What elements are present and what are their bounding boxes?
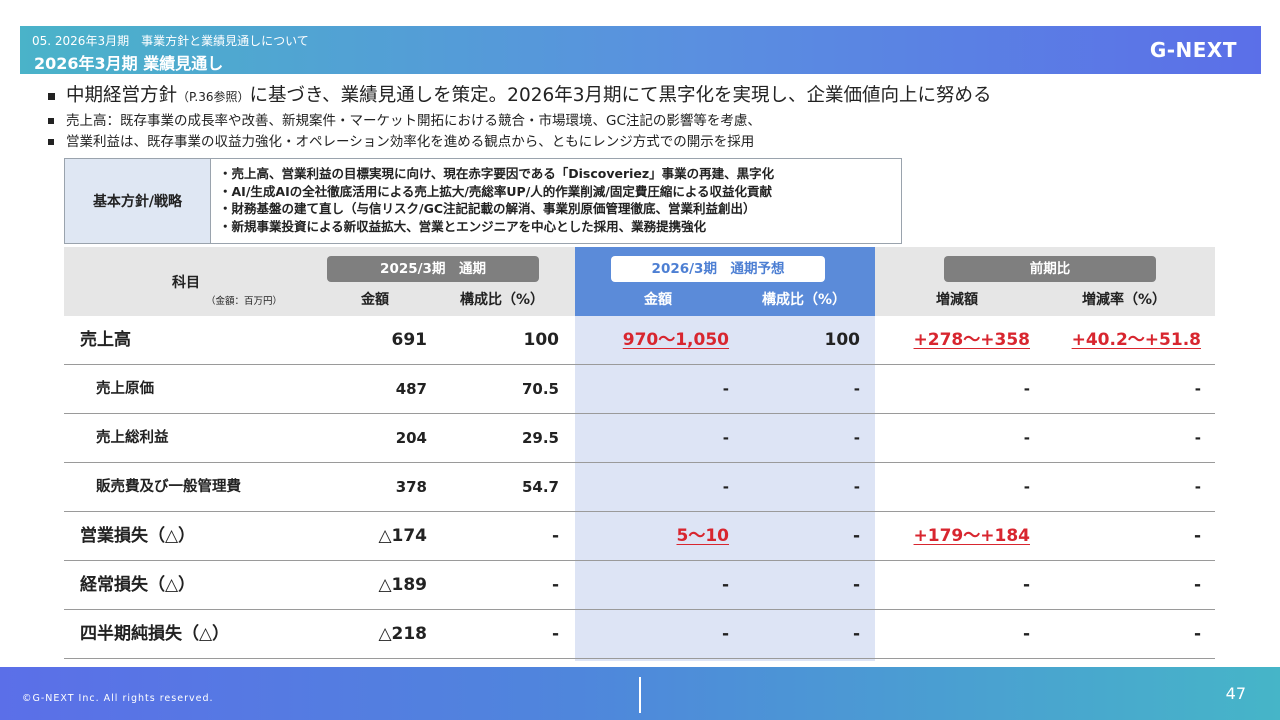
- policy-item: ・新規事業投資による新収益拡大、営業とエンジニアを中心とした採用、業務提携強化: [219, 218, 707, 234]
- main-bullet-post: に基づき、業績見通しを策定。2026年3月期にて黒字化を実現し、企業価値向上に努…: [249, 85, 992, 106]
- cell-ratio-2026: -: [852, 624, 860, 644]
- unit-label: （金額：百万円）: [206, 296, 283, 307]
- cell-change-rate: -: [1193, 575, 1201, 595]
- cell-change-rate: -: [1193, 624, 1201, 644]
- col-change-rate: 増減率（%）: [1082, 292, 1167, 308]
- policy-box: 基本方針/戦略 ・売上高、営業利益の目標実現に向け、現在赤字要因である「Disc…: [64, 158, 902, 244]
- cell-amount-2025: △189: [378, 575, 427, 595]
- row-label: 売上総利益: [96, 430, 169, 446]
- slide-footer: ©G-NEXT Inc. All rights reserved. 47: [0, 667, 1280, 720]
- table-row: 売上高 691 100 970～1,050 100 +278～+358 +40.…: [64, 316, 1215, 365]
- cell-change-rate: +40.2～+51.8: [1054, 316, 1201, 365]
- page-number: 47: [1225, 684, 1246, 703]
- cell-change-value: +278～+358: [913, 330, 1030, 350]
- policy-label: 基本方針/戦略: [65, 159, 211, 243]
- cell-ratio-2026: 100: [824, 330, 861, 350]
- slide-title: 2026年3月期 業績見通し: [34, 54, 224, 73]
- cell-change-rate: -: [1194, 429, 1201, 447]
- footer-divider: [639, 677, 641, 713]
- col-amount-2026: 金額: [644, 292, 672, 308]
- table-row: 売上総利益 204 29.5 - - - -: [64, 414, 1215, 463]
- cell-amount-2026: -: [721, 575, 729, 595]
- row-label: 売上原価: [96, 381, 154, 397]
- col-change: 増減額: [936, 292, 978, 308]
- cell-amount-2025: △218: [378, 624, 427, 644]
- main-bullet: 中期経営方針（P.36参照）に基づき、業績見通しを策定。2026年3月期にて黒字…: [48, 83, 1248, 111]
- section-label: 05. 2026年3月期 事業方針と業績見通しについて: [32, 34, 309, 48]
- table-row: 販売費及び一般管理費 378 54.7 - - - -: [64, 463, 1215, 512]
- cell-ratio-2026: -: [853, 478, 860, 496]
- cell-amount-2025: △174: [378, 526, 427, 546]
- cell-amount-2025: 204: [395, 429, 427, 447]
- cell-ratio-2025: 54.7: [521, 478, 559, 496]
- row-label: 売上高: [80, 330, 131, 350]
- table-row: 四半期純損失（△） △218 - - - - -: [64, 610, 1215, 659]
- slide-header: 05. 2026年3月期 事業方針と業績見通しについて 2026年3月期 業績見…: [20, 26, 1261, 74]
- bullet-operating-profit: 営業利益は、既存事業の収益力強化・オペレーション効率化を進める観点から、ともにレ…: [48, 132, 1248, 153]
- col-ratio-2025: 構成比（%）: [460, 292, 545, 308]
- cell-ratio-2025: -: [551, 526, 559, 546]
- subject-header: 科目: [172, 275, 200, 291]
- cell-ratio-2026: -: [853, 380, 860, 398]
- cell-ratio-2026: -: [853, 429, 860, 447]
- cell-ratio-2026: -: [852, 526, 860, 546]
- forecast-table: 科目 （金額：百万円） 2025/3期 通期 2026/3期 通期予想 前期比 …: [64, 247, 1215, 661]
- cell-amount-2026: 5～10: [594, 512, 730, 561]
- cell-amount-2026-value: 970～1,050: [622, 330, 729, 350]
- policy-item: ・財務基盤の建て直し（与信リスク/GC注記記載の解消、事業別原価管理徹底、営業利…: [219, 201, 756, 216]
- cell-change-rate: -: [1194, 478, 1201, 496]
- policy-item: ・AI/生成AIの全社徹底活用による売上拡大/売総率UP/人的作業削減/固定費圧…: [219, 183, 772, 199]
- copyright: ©G-NEXT Inc. All rights reserved.: [22, 693, 214, 704]
- row-label: 営業損失（△）: [80, 526, 196, 546]
- cell-change: -: [1023, 478, 1030, 496]
- cell-amount-2025: 487: [395, 380, 427, 398]
- cell-change-value: +179～+184: [913, 526, 1030, 546]
- cell-ratio-2025: 100: [523, 330, 560, 350]
- group-yoy: 前期比: [944, 256, 1156, 282]
- company-logo: G-NEXT: [1149, 38, 1237, 62]
- cell-ratio-2025: -: [551, 624, 559, 644]
- cell-ratio-2025: 29.5: [521, 429, 559, 447]
- cell-ratio-2025: -: [551, 575, 559, 595]
- table-row: 売上原価 487 70.5 - - - -: [64, 365, 1215, 414]
- row-label: 経常損失（△）: [80, 575, 196, 595]
- cell-amount-2026-value: 5～10: [676, 526, 730, 546]
- cell-amount-2026: 970～1,050: [594, 316, 729, 365]
- cell-change-rate: -: [1193, 526, 1201, 546]
- col-ratio-2026: 構成比（%）: [762, 292, 847, 308]
- policy-items: ・売上高、営業利益の目標実現に向け、現在赤字要因である「Discoveriez」…: [211, 159, 774, 243]
- cell-ratio-2026: -: [852, 575, 860, 595]
- row-label: 四半期純損失（△）: [80, 624, 230, 644]
- table-row: 経常損失（△） △189 - - - - -: [64, 561, 1215, 610]
- cell-change: +278～+358: [884, 316, 1030, 365]
- cell-amount-2025: 378: [395, 478, 427, 496]
- cell-amount-2026: -: [722, 429, 729, 447]
- cell-amount-2026: -: [722, 380, 729, 398]
- bullet-sales: 売上高：既存事業の成長率や改善、新規案件・マーケット開拓における競合・市場環境、…: [48, 111, 1248, 132]
- row-label: 販売費及び一般管理費: [96, 479, 241, 495]
- group-fy2025: 2025/3期 通期: [327, 256, 539, 282]
- main-bullet-pre: 中期経営方針: [66, 85, 178, 106]
- cell-change-rate: -: [1194, 380, 1201, 398]
- cell-amount-2026: -: [721, 624, 729, 644]
- cell-change: -: [1022, 575, 1030, 595]
- cell-amount-2025: 691: [391, 330, 428, 350]
- summary-bullets: 中期経営方針（P.36参照）に基づき、業績見通しを策定。2026年3月期にて黒字…: [48, 83, 1248, 153]
- cell-amount-2026: -: [722, 478, 729, 496]
- table-row: 営業損失（△） △174 - 5～10 - +179～+184 -: [64, 512, 1215, 561]
- policy-item: ・売上高、営業利益の目標実現に向け、現在赤字要因である「Discoveriez」…: [219, 166, 775, 181]
- cell-change: -: [1023, 380, 1030, 398]
- cell-change: +179～+184: [884, 512, 1030, 561]
- group-fy2026-forecast: 2026/3期 通期予想: [611, 256, 825, 282]
- cell-change: -: [1022, 624, 1030, 644]
- cell-change: -: [1023, 429, 1030, 447]
- main-bullet-ref: （P.36参照）: [177, 90, 250, 104]
- cell-ratio-2025: 70.5: [521, 380, 559, 398]
- cell-change-rate-value: +40.2～+51.8: [1071, 330, 1201, 350]
- col-amount-2025: 金額: [361, 292, 389, 308]
